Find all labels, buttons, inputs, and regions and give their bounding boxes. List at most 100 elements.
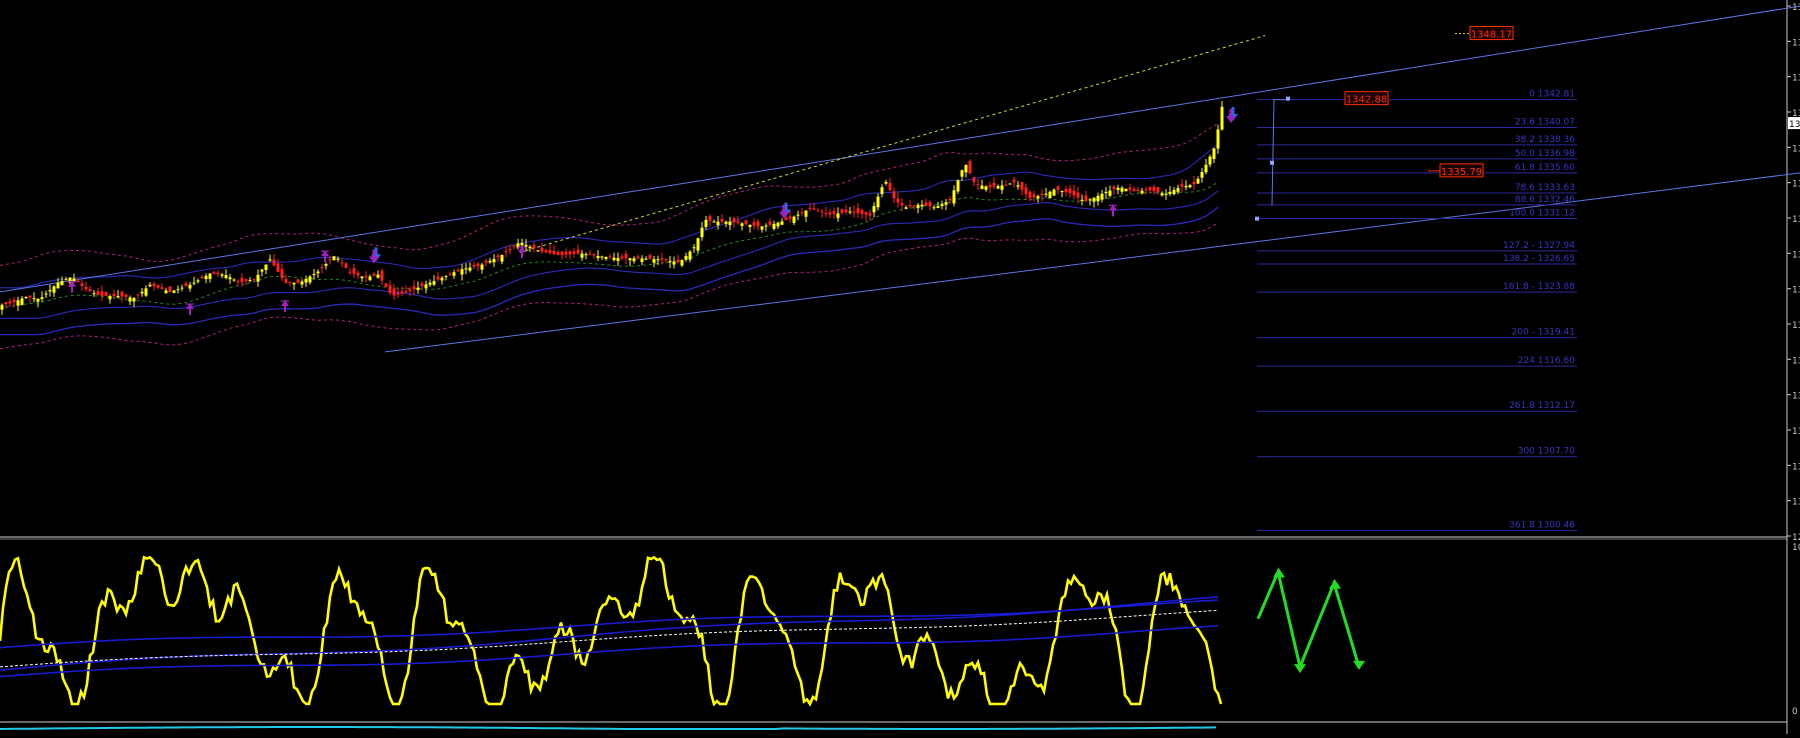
candle-body: [1148, 187, 1152, 191]
candle-body: [732, 218, 736, 223]
candle-body: [844, 209, 848, 213]
candle-body: [20, 298, 24, 305]
candle-body: [452, 272, 456, 276]
candle-body: [1116, 187, 1120, 190]
candle-body: [324, 263, 328, 266]
up-arrow-marker: [518, 246, 526, 259]
candle-body: [788, 216, 792, 219]
candle-body: [176, 289, 180, 291]
candle-body: [1060, 191, 1064, 193]
candle-body: [772, 223, 776, 229]
candle-body: [84, 286, 88, 290]
candle-body: [164, 290, 168, 294]
candle-body: [276, 263, 280, 272]
candle-body: [600, 256, 604, 258]
candle-body: [16, 300, 20, 306]
candle-body: [980, 185, 984, 190]
candle-body: [608, 256, 612, 258]
fib-level-label: 0 1342.81: [1529, 90, 1575, 100]
candle-body: [1212, 148, 1216, 160]
candle-body: [728, 221, 732, 226]
candle-body: [352, 268, 356, 274]
candle-body: [888, 182, 892, 191]
axis-tick-label: 13: [1792, 392, 1800, 402]
candle-body: [524, 244, 528, 247]
candle-body: [396, 292, 400, 295]
candle-body: [868, 213, 872, 216]
trading-chart[interactable]: 0 1342.81 23.6 1340.07 38.2 1338.36 50.0 13…: [0, 0, 1800, 734]
candle-body: [448, 273, 452, 275]
candle-body: [636, 256, 640, 259]
candle-body: [376, 274, 380, 278]
candle-body: [604, 256, 608, 260]
candle-body: [664, 259, 668, 261]
candle-body: [648, 255, 652, 259]
candle-body: [108, 295, 112, 300]
candle-body: [0, 304, 4, 310]
candle-body: [824, 212, 828, 214]
oscillator-band-mid: [0, 596, 1219, 671]
candle-body: [1124, 188, 1128, 192]
candle-body: [900, 202, 904, 206]
candle-body: [1044, 193, 1048, 195]
candle-body: [724, 221, 728, 224]
candle-body: [220, 274, 224, 276]
candle-body: [1132, 189, 1136, 191]
candle-body: [112, 293, 116, 296]
candle-body: [708, 216, 712, 221]
candle-body: [1040, 193, 1044, 196]
candle-body: [1192, 181, 1196, 185]
candle-body: [420, 283, 424, 287]
candle-body: [288, 281, 292, 283]
candle-body: [556, 252, 560, 255]
candle-body: [1112, 186, 1116, 190]
candle-body: [300, 281, 304, 285]
candle-body: [212, 272, 216, 274]
candle-body: [440, 277, 444, 281]
candle-body: [908, 205, 912, 207]
candle-body: [444, 275, 448, 277]
fib-level-label: 138.2 - 1326.65: [1503, 254, 1575, 264]
candle-body: [1136, 189, 1140, 192]
candle-body: [1220, 106, 1224, 130]
candle-body: [1088, 199, 1092, 201]
candle-body: [768, 221, 772, 225]
candle-body: [244, 279, 248, 282]
candle-body: [584, 254, 588, 256]
candle-body: [392, 288, 396, 296]
candle-body: [720, 218, 724, 222]
candle-body: [1196, 178, 1200, 184]
candle-body: [1024, 187, 1028, 194]
candle-body: [988, 185, 992, 188]
candle-body: [1100, 193, 1104, 200]
candle-body: [432, 281, 436, 285]
candle-body: [1056, 186, 1060, 190]
candle-body: [624, 253, 628, 259]
candle-body: [140, 291, 144, 294]
candle-body: [816, 210, 820, 212]
axis-tick-label: 13: [1792, 215, 1800, 225]
axis-tick-label: 13: [1792, 250, 1800, 260]
candle-body: [684, 255, 688, 260]
band-lower-inner: [0, 190, 1219, 319]
candle-body: [752, 222, 756, 226]
candle-body: [232, 279, 236, 281]
candle-body: [92, 293, 96, 295]
candle-body: [468, 267, 472, 271]
candle-body: [764, 225, 768, 227]
candle-body: [1016, 185, 1020, 187]
candle-body: [148, 284, 152, 287]
candle-body: [588, 253, 592, 255]
candle-body: [1164, 193, 1168, 195]
candle-body: [1092, 197, 1096, 202]
candle-body: [308, 276, 312, 283]
candle-body: [32, 298, 36, 300]
oscillator-axis-label: 100: [1792, 543, 1800, 553]
fib-level-label: 23.6 1340.07: [1515, 117, 1575, 127]
candle-body: [880, 187, 884, 195]
candle-body: [208, 273, 212, 280]
fib-level-label: 200 - 1319.41: [1512, 328, 1575, 338]
candle-body: [48, 289, 52, 292]
candle-body: [688, 251, 692, 260]
up-arrow-marker: [321, 250, 329, 263]
